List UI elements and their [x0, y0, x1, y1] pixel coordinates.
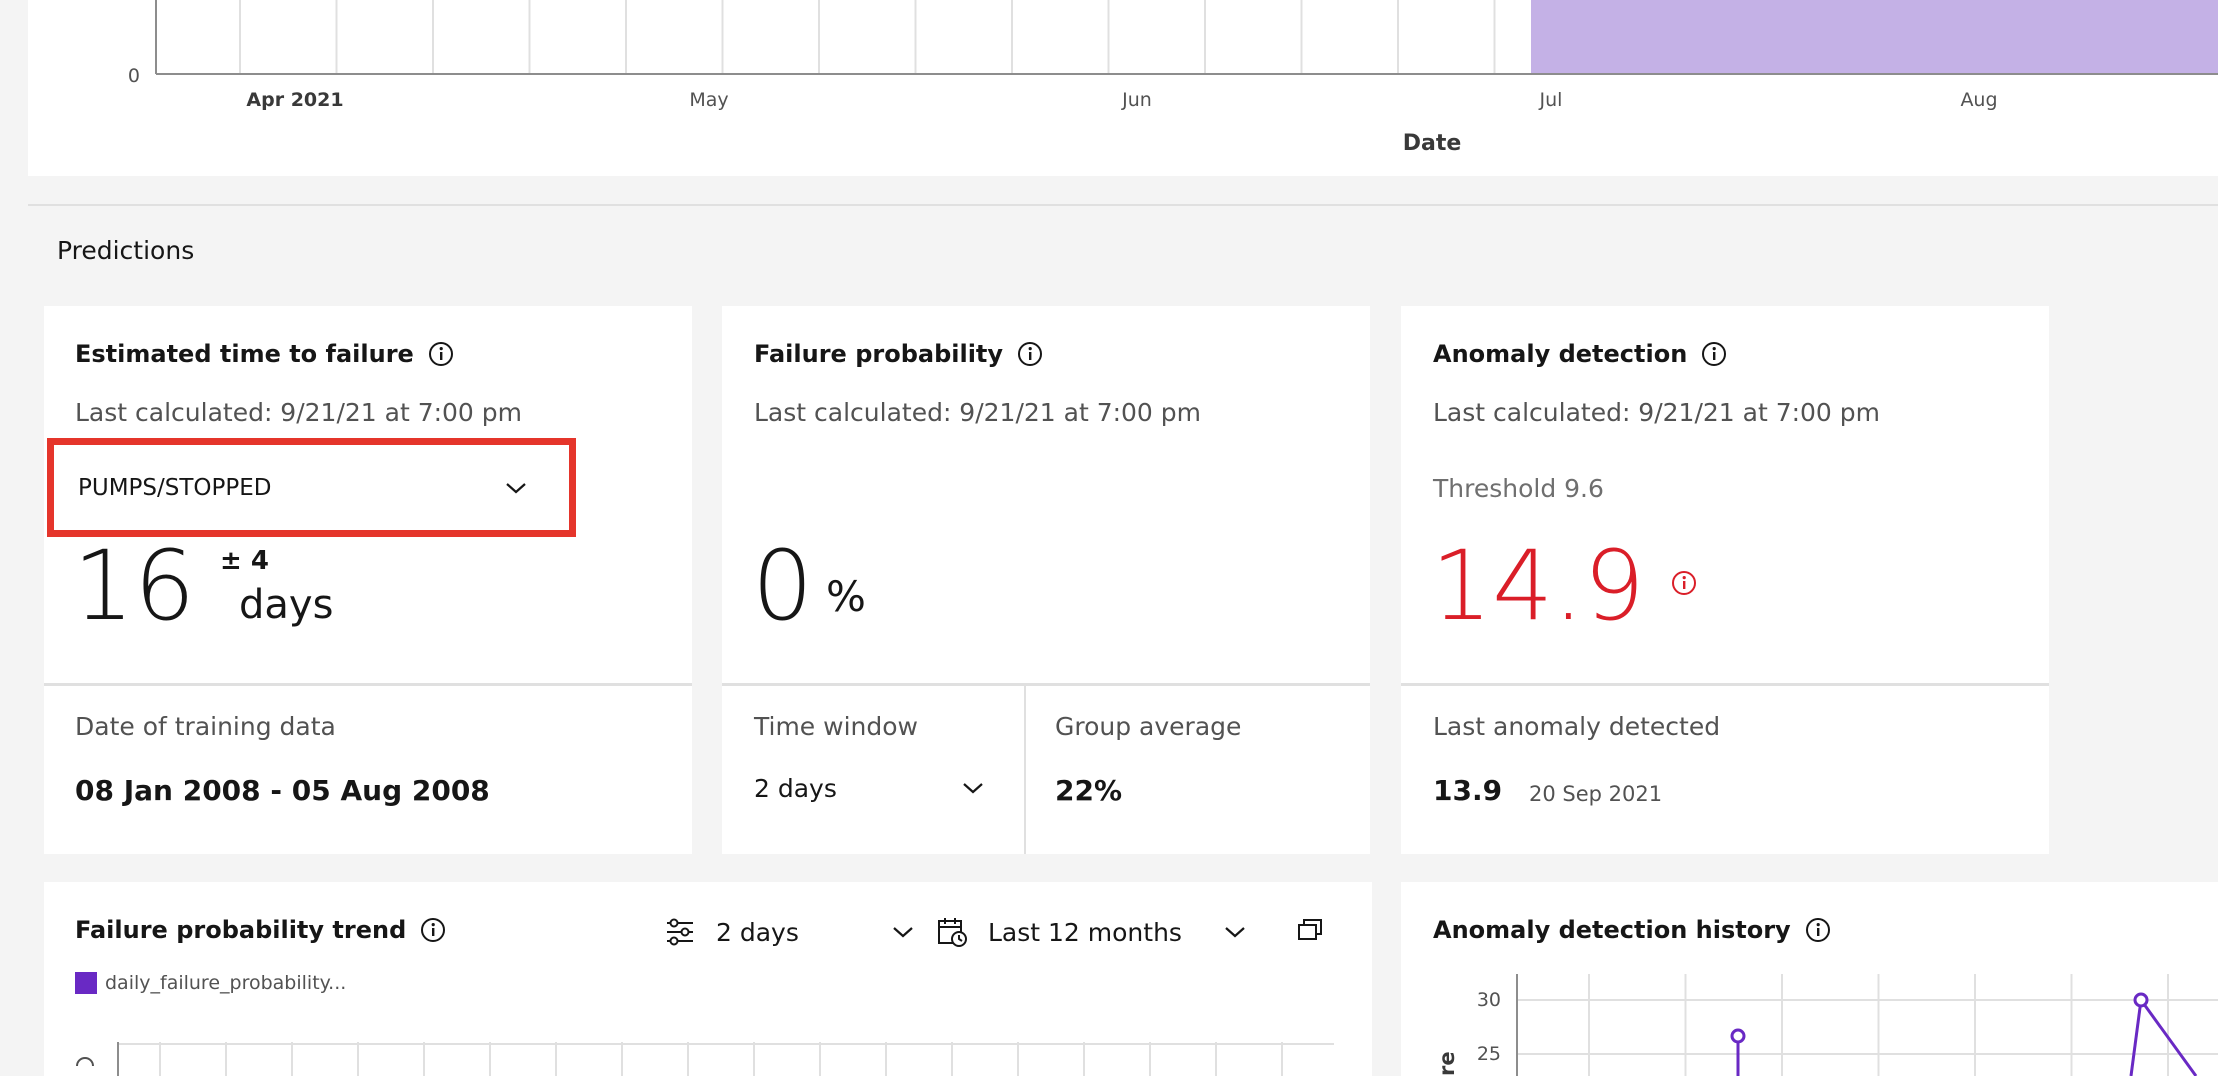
- group-average-value: 22%: [1055, 774, 1123, 807]
- failure-probability-separator: [722, 683, 1370, 686]
- section-divider: [28, 204, 2218, 206]
- anomaly-history-card: Anomaly detection history 30 25 re: [1401, 882, 2218, 1076]
- ttf-last-calculated: Last calculated: 9/21/21 at 7:00 pm: [75, 398, 523, 427]
- failure-mode-dropdown-value: PUMPS/STOPPED: [78, 474, 272, 501]
- ah-y-tick-30: 30: [1477, 989, 1501, 1011]
- failure-probability-card: Failure probability Last calculated: 9/2…: [722, 306, 1370, 854]
- ah-point-1: [1730, 1028, 1746, 1044]
- training-data-label: Date of training data: [75, 712, 336, 741]
- timeline-y-tick-0: 0: [128, 65, 140, 87]
- anomaly-detection-card: Anomaly detection Last calculated: 9/21/…: [1401, 306, 2049, 854]
- ttf-big-value-group: 16 ± 4 days: [73, 538, 473, 648]
- ttf-unit: days: [239, 582, 334, 628]
- chevron-down-icon: [963, 783, 983, 794]
- predictions-section-title: Predictions: [57, 236, 195, 265]
- training-data-range: 08 Jan 2008 - 05 Aug 2008: [75, 774, 490, 807]
- timeline-x-tick-apr: Apr 2021: [246, 89, 343, 111]
- ah-y-label-fragment: re: [1435, 1051, 1459, 1076]
- timeline-x-tick-jun: Jun: [1121, 89, 1152, 111]
- time-window-label: Time window: [754, 712, 918, 741]
- anomaly-last-calculated: Last calculated: 9/21/21 at 7:00 pm: [1433, 398, 1881, 427]
- ttf-title-text: Estimated time to failure: [75, 340, 414, 368]
- ah-y-tick-25: 25: [1477, 1043, 1501, 1065]
- warning-info-icon[interactable]: [1671, 570, 1697, 596]
- timeline-chart: 0 Apr 2021 May Jun Jul Aug Date: [128, 0, 2218, 156]
- ttf-card: Estimated time to failure Last calculate…: [44, 306, 692, 854]
- group-average-label: Group average: [1055, 712, 1242, 741]
- timeline-chart-panel: 0 Apr 2021 May Jun Jul Aug Date: [28, 0, 2218, 176]
- chevron-down-icon: [506, 482, 526, 493]
- failure-probability-column-divider: [1024, 686, 1026, 854]
- ttf-card-title: Estimated time to failure: [75, 340, 454, 368]
- info-icon[interactable]: [1017, 341, 1043, 367]
- failure-mode-dropdown[interactable]: PUMPS/STOPPED: [47, 438, 576, 537]
- ah-point-2: [2133, 992, 2149, 1008]
- time-window-value: 2 days: [754, 773, 837, 803]
- anomaly-detection-title: Anomaly detection: [1433, 340, 1727, 368]
- last-anomaly-value: 13.9: [1433, 774, 1503, 807]
- last-anomaly-date: 20 Sep 2021: [1529, 782, 1663, 806]
- anomaly-history-chart: 30 25 re: [1435, 974, 2218, 1076]
- timeline-x-tick-may: May: [689, 89, 728, 111]
- timeline-highlight-region: [1531, 0, 2218, 74]
- trend-card: Failure probability trend 2 days Last 12…: [44, 882, 1372, 1076]
- timeline-x-label: Date: [1403, 131, 1462, 156]
- ttf-value: 16: [73, 530, 196, 642]
- timeline-x-tick-aug: Aug: [1960, 89, 1997, 111]
- anomaly-separator: [1401, 683, 2049, 686]
- info-icon[interactable]: [428, 341, 454, 367]
- ttf-card-separator: [44, 683, 692, 686]
- anomaly-score-value: 14.9: [1431, 530, 1645, 642]
- anomaly-threshold: Threshold 9.6: [1433, 474, 1604, 503]
- timeline-x-tick-jul: Jul: [1539, 89, 1563, 111]
- ah-series-segment-2a: [2129, 999, 2143, 1076]
- failure-probability-last-calculated: Last calculated: 9/21/21 at 7:00 pm: [754, 398, 1202, 427]
- trend-chart: [76, 1042, 1334, 1076]
- info-icon[interactable]: [1701, 341, 1727, 367]
- failure-probability-unit: %: [826, 572, 866, 621]
- anomaly-detection-title-text: Anomaly detection: [1433, 340, 1688, 368]
- failure-probability-title-text: Failure probability: [754, 340, 1004, 368]
- failure-probability-value: 0: [752, 530, 814, 642]
- last-anomaly-label: Last anomaly detected: [1433, 712, 1721, 741]
- trend-y-label-fragment: [76, 1057, 94, 1067]
- time-window-dropdown[interactable]: 2 days: [754, 766, 984, 810]
- failure-probability-title: Failure probability: [754, 340, 1043, 368]
- ttf-tolerance: ± 4: [220, 546, 269, 576]
